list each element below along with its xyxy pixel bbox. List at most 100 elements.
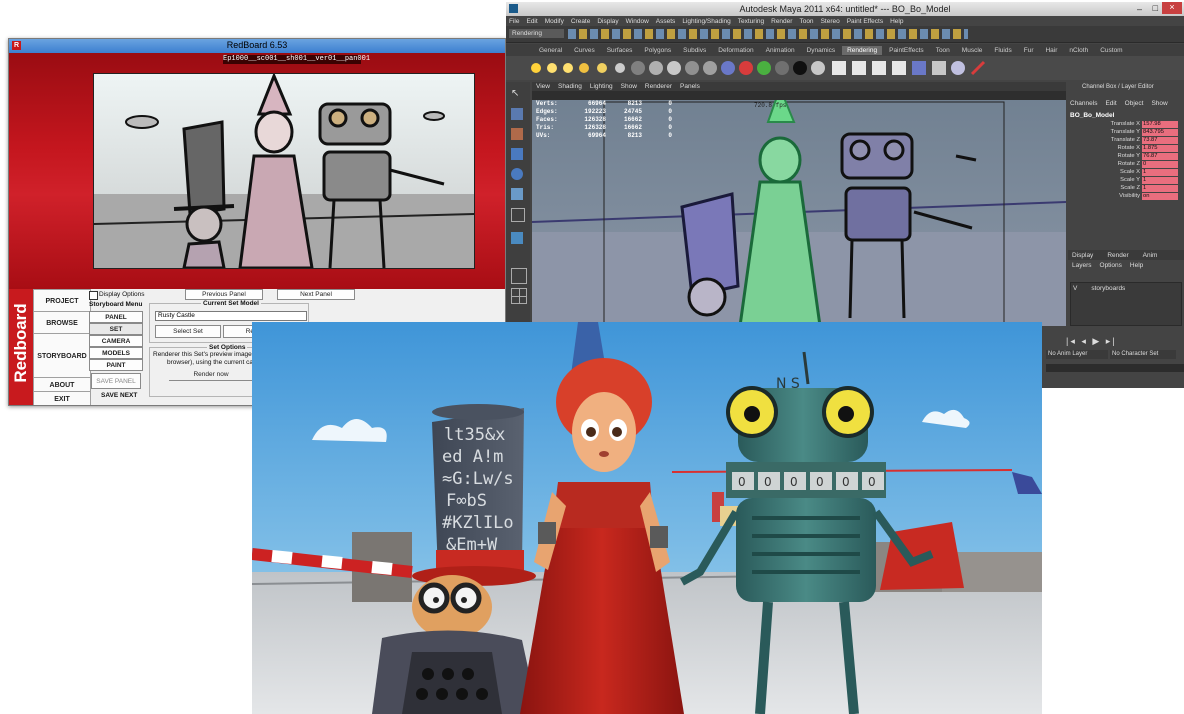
shelf-tab-subdivs[interactable]: Subdivs	[678, 46, 711, 55]
lasso-tool-icon[interactable]	[511, 108, 523, 120]
shelf-tab-animation[interactable]: Animation	[761, 46, 800, 55]
attr-row[interactable]: Scale Z1	[1080, 185, 1178, 192]
move-tool-icon[interactable]	[511, 148, 523, 160]
vp-menu-view[interactable]: View	[536, 83, 550, 90]
menu-assets[interactable]: Assets	[656, 18, 676, 25]
menu-stereo[interactable]: Stereo	[821, 18, 840, 25]
vp-menu-panels[interactable]: Panels	[680, 83, 700, 90]
layer-menu-layers[interactable]: Layers	[1072, 262, 1092, 269]
character-set-dropdown[interactable]: No Character Set	[1110, 350, 1176, 359]
menu-paint-button[interactable]: PAINT	[89, 359, 143, 371]
attr-row[interactable]: Rotate Z0	[1080, 161, 1178, 168]
minimize-icon[interactable]: –	[1137, 4, 1142, 14]
nav-exit-button[interactable]: EXIT	[33, 391, 91, 405]
menu-texturing[interactable]: Texturing	[738, 18, 764, 25]
shelf-tab-fluids[interactable]: Fluids	[989, 46, 1016, 55]
maya-viewport[interactable]: View Shading Lighting Show Renderer Pane…	[532, 82, 1066, 326]
menu-display[interactable]: Display	[597, 18, 618, 25]
shelf-tab-ncloth[interactable]: nCloth	[1064, 46, 1093, 55]
cb-menu-channels[interactable]: Channels	[1070, 100, 1097, 107]
layer-row[interactable]: V storyboards	[1073, 285, 1177, 293]
attr-row[interactable]: Translate Z 73.87	[1080, 137, 1178, 144]
paint-select-icon[interactable]	[511, 128, 523, 140]
shelf-tab-rendering[interactable]: Rendering	[842, 45, 883, 55]
select-set-button[interactable]: Select Set	[155, 325, 221, 338]
shelf-tab-surfaces[interactable]: Surfaces	[602, 46, 638, 55]
layer-menu-options[interactable]: Options	[1100, 262, 1122, 269]
select-tool-icon[interactable]: ↖	[511, 88, 523, 100]
shelf-tab-deformation[interactable]: Deformation	[713, 46, 758, 55]
layer-name[interactable]: storyboards	[1091, 285, 1125, 293]
next-panel-button[interactable]: Next Panel	[277, 289, 355, 300]
command-line[interactable]	[1046, 364, 1184, 372]
nav-browse-button[interactable]: BROWSE	[33, 311, 91, 335]
menu-set-button[interactable]: SET	[89, 323, 143, 335]
nav-storyboard-button[interactable]: STORYBOARD	[33, 333, 91, 379]
attr-value[interactable]: 1	[1142, 169, 1178, 176]
camera-tool-icon[interactable]	[511, 232, 523, 244]
scale-tool-icon[interactable]	[511, 188, 523, 200]
cb-menu-edit[interactable]: Edit	[1105, 100, 1116, 107]
attr-row[interactable]: Scale Y1	[1080, 177, 1178, 184]
storyboard-panel-image[interactable]	[93, 73, 475, 269]
attr-value[interactable]: 0	[1142, 161, 1178, 168]
render-now-button[interactable]: Render now	[169, 369, 253, 381]
shelf-tab-general[interactable]: General	[534, 46, 567, 55]
menu-toon[interactable]: Toon	[799, 18, 813, 25]
shelf-icons[interactable]	[506, 56, 1066, 80]
menu-camera-button[interactable]: CAMERA	[89, 335, 143, 347]
attr-value[interactable]: 73.87	[1142, 137, 1178, 144]
shelf-tab-fur[interactable]: Fur	[1019, 46, 1039, 55]
menu-panel-button[interactable]: PANEL	[89, 311, 143, 323]
shelf-tab-hair[interactable]: Hair	[1040, 46, 1062, 55]
vp-menu-show[interactable]: Show	[621, 83, 637, 90]
layer-tab-render[interactable]: Render	[1107, 252, 1128, 259]
shelf-tab-toon[interactable]: Toon	[931, 46, 955, 55]
attr-row[interactable]: Translate Y 843.795	[1080, 129, 1178, 136]
layer-menu-help[interactable]: Help	[1130, 262, 1143, 269]
close-icon[interactable]: ×	[1162, 2, 1182, 14]
save-next-button[interactable]: SAVE NEXT	[101, 392, 137, 399]
attr-row[interactable]: Scale X1	[1080, 169, 1178, 176]
attr-row[interactable]: Rotate X 1.875	[1080, 145, 1178, 152]
set-model-field[interactable]: Rusty Castle	[155, 311, 307, 321]
attr-value[interactable]: on	[1142, 193, 1178, 200]
anim-layer-dropdown[interactable]: No Anim Layer	[1046, 350, 1108, 359]
manipulator-icon[interactable]	[511, 208, 525, 222]
menu-window[interactable]: Window	[626, 18, 649, 25]
attr-value[interactable]: 843.795	[1142, 129, 1178, 136]
single-view-icon[interactable]	[511, 268, 527, 284]
attr-value[interactable]: 76.87	[1142, 153, 1178, 160]
attr-value[interactable]: 1	[1142, 185, 1178, 192]
menu-edit[interactable]: Edit	[526, 18, 537, 25]
menu-create[interactable]: Create	[571, 18, 591, 25]
rotate-tool-icon[interactable]	[511, 168, 523, 180]
attr-row[interactable]: Rotate Y 76.87	[1080, 153, 1178, 160]
status-line-icons[interactable]	[568, 29, 968, 39]
cb-menu-show[interactable]: Show	[1151, 100, 1167, 107]
shelf-tab-painteffects[interactable]: PaintEffects	[884, 46, 929, 55]
reload-button[interactable]: Re	[223, 325, 254, 338]
attr-value[interactable]: 1	[1142, 177, 1178, 184]
vp-menu-renderer[interactable]: Renderer	[645, 83, 672, 90]
menu-help[interactable]: Help	[890, 18, 903, 25]
menu-lighting-shading[interactable]: Lighting/Shading	[682, 18, 730, 25]
four-view-icon[interactable]	[511, 288, 527, 304]
menu-models-button[interactable]: MODELS	[89, 347, 143, 359]
vp-menu-shading[interactable]: Shading	[558, 83, 582, 90]
nav-project-button[interactable]: PROJECT	[33, 289, 91, 313]
menu-paint-effects[interactable]: Paint Effects	[847, 18, 883, 25]
attr-row[interactable]: Visibility on	[1080, 193, 1178, 200]
playback-controls[interactable]: |◂ ◂ ▶ ▸|	[1066, 336, 1117, 347]
previous-panel-button[interactable]: Previous Panel	[185, 289, 263, 300]
layer-visibility[interactable]: V	[1073, 285, 1077, 293]
attr-value[interactable]: 157.98	[1142, 121, 1178, 128]
layer-tab-anim[interactable]: Anim	[1143, 252, 1158, 259]
attr-row[interactable]: Translate X 157.98	[1080, 121, 1178, 128]
vp-menu-lighting[interactable]: Lighting	[590, 83, 613, 90]
menu-modify[interactable]: Modify	[545, 18, 564, 25]
attr-value[interactable]: 1.875	[1142, 145, 1178, 152]
shelf-tab-polygons[interactable]: Polygons	[639, 46, 676, 55]
shelf-tab-muscle[interactable]: Muscle	[957, 46, 988, 55]
mode-selector[interactable]: Rendering	[509, 29, 564, 38]
